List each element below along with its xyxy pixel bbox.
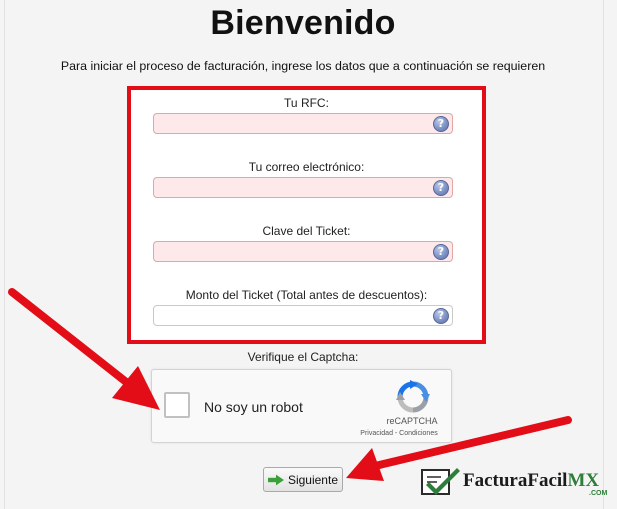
- facturafacil-logo-text: FacturaFacilMX: [463, 470, 600, 491]
- facturafacil-logo-icon: [421, 468, 460, 495]
- facturafacil-logo: FacturaFacilMX .COM: [421, 467, 611, 499]
- recaptcha-logo-icon: [396, 380, 430, 413]
- recaptcha-brand-label: reCAPTCHA: [386, 416, 438, 426]
- next-button[interactable]: Siguiente: [263, 467, 343, 492]
- frame-left-border: [4, 0, 5, 509]
- next-button-label: Siguiente: [287, 472, 338, 487]
- page-subtitle: Para iniciar el proceso de facturación, …: [60, 59, 546, 73]
- rfc-help-icon[interactable]: ?: [433, 116, 449, 132]
- arrow-right-icon: [268, 474, 284, 485]
- recaptcha-widget: No soy un robot reCAPTCHA Privacidad - C…: [151, 369, 452, 443]
- rfc-input[interactable]: [153, 113, 453, 134]
- captcha-label: Verifique el Captcha:: [247, 350, 359, 364]
- email-label: Tu correo electrónico:: [248, 160, 365, 174]
- ticket-key-help-icon[interactable]: ?: [433, 244, 449, 260]
- ticket-key-input[interactable]: [153, 241, 453, 262]
- ticket-amount-input[interactable]: [153, 305, 453, 326]
- facturafacil-logo-domain: .COM: [589, 490, 608, 497]
- not-robot-checkbox[interactable]: [164, 392, 190, 418]
- email-help-icon[interactable]: ?: [433, 180, 449, 196]
- ticket-key-label: Clave del Ticket:: [262, 224, 351, 238]
- not-robot-text: No soy un robot: [204, 399, 303, 415]
- frame-right-border: [603, 0, 604, 509]
- rfc-label: Tu RFC:: [284, 96, 329, 110]
- ticket-amount-label: Monto del Ticket (Total antes de descuen…: [185, 288, 428, 302]
- page-title: Bienvenido: [210, 4, 396, 42]
- ticket-amount-help-icon[interactable]: ?: [433, 308, 449, 324]
- invoice-form-panel: Tu RFC: ? Tu correo electrónico: ? Clave…: [127, 86, 486, 344]
- recaptcha-privacy-links[interactable]: Privacidad - Condiciones: [348, 430, 450, 437]
- email-input[interactable]: [153, 177, 453, 198]
